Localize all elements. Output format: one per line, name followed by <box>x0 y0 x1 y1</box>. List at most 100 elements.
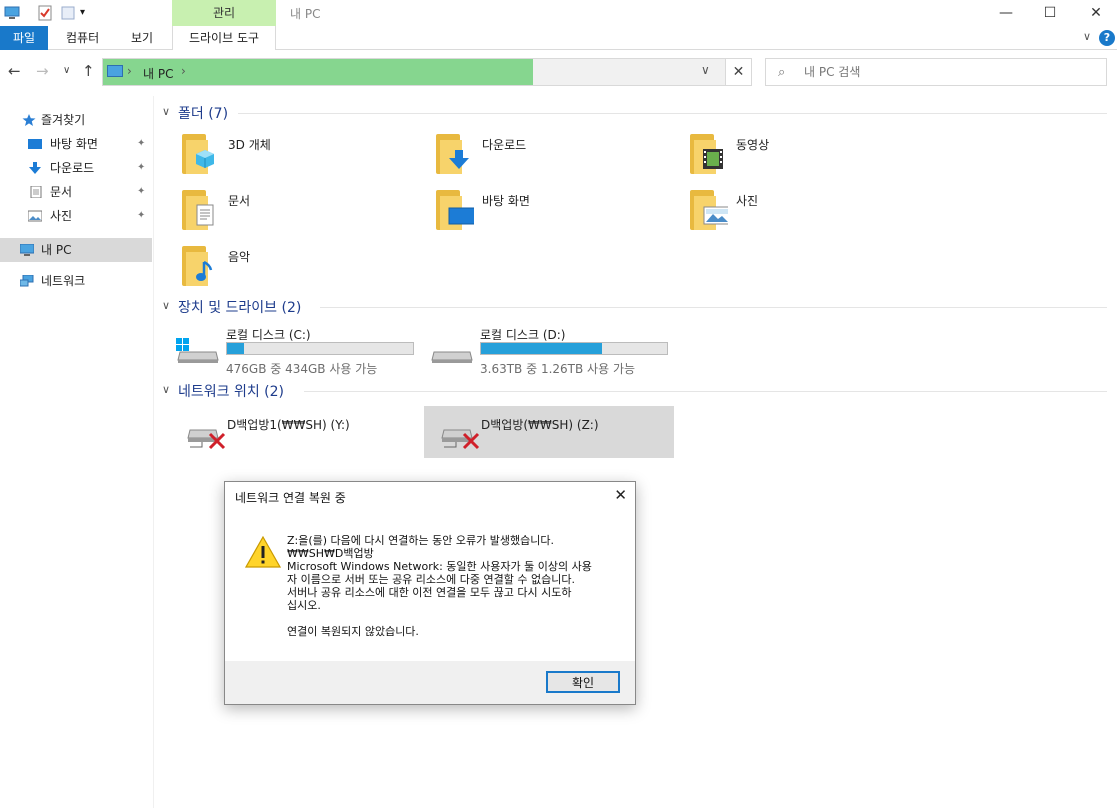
sidebar-item-network[interactable]: 네트워크 <box>0 269 152 293</box>
folder-label: 사진 <box>736 194 759 208</box>
new-folder-icon[interactable] <box>60 5 76 21</box>
drive-icon <box>431 351 473 363</box>
tab-computer[interactable]: 컴퓨터 <box>55 26 110 50</box>
sidebar-item-downloads[interactable]: 다운로드 ✦ <box>0 156 152 180</box>
up-button[interactable]: ↑ <box>82 62 95 80</box>
maximize-button[interactable]: ☐ <box>1027 0 1073 26</box>
network-icon <box>20 275 34 287</box>
folder-label: 문서 <box>228 194 251 208</box>
document-icon <box>30 186 42 198</box>
error-message: Z:을(를) 다음에 다시 연결하는 동안 오류가 발생했습니다. ₩₩SH₩D… <box>287 534 592 612</box>
ok-button[interactable]: 확인 <box>546 671 620 693</box>
group-header-folders[interactable]: ∨ 폴더 (7) <box>158 103 1113 123</box>
stop-button[interactable]: ✕ <box>725 59 751 85</box>
recent-locations-button[interactable]: ∨ <box>63 65 70 76</box>
search-box[interactable]: ⌕ <box>765 58 1107 86</box>
sidebar-item-this-pc[interactable]: 내 PC <box>0 238 152 262</box>
network-drive-y[interactable]: D백업방1(₩₩SH) (Y:) <box>170 406 420 458</box>
drive-usage-bar <box>480 342 668 355</box>
dialog-close-button[interactable]: ✕ <box>614 486 627 504</box>
network-drive-z[interactable]: D백업방(₩₩SH) (Z:) <box>424 406 674 458</box>
drive-usage-fill <box>227 343 244 354</box>
warning-icon <box>245 536 281 568</box>
drive-d[interactable]: 로컬 디스크 (D:) 3.63TB 중 1.26TB 사용 가능 <box>412 328 668 376</box>
search-input[interactable] <box>804 63 1094 81</box>
folder-documents[interactable]: 문서 <box>158 186 408 236</box>
sidebar-item-label: 문서 <box>50 185 73 199</box>
group-header-network[interactable]: ∨ 네트워크 위치 (2) <box>158 381 1113 401</box>
chevron-down-icon[interactable]: ∨ <box>162 105 170 118</box>
group-title: 네트워크 위치 (2) <box>178 384 285 400</box>
minimize-button[interactable]: — <box>983 0 1029 26</box>
drive-free-space: 476GB 중 434GB 사용 가능 <box>226 362 378 376</box>
computer-icon <box>107 65 123 77</box>
folder-label: 음악 <box>228 250 251 264</box>
disconnected-network-drive-icon <box>187 429 226 450</box>
title-bar: ▾ 관리 내 PC — ☐ ✕ <box>0 0 1117 26</box>
download-icon <box>29 162 41 174</box>
group-divider <box>304 391 1107 392</box>
help-icon[interactable]: ? <box>1099 30 1115 46</box>
drive-usage-fill <box>481 343 602 354</box>
system-drive-icon <box>176 338 219 363</box>
drive-usage-bar <box>226 342 414 355</box>
folder-music[interactable]: 음악 <box>158 242 408 292</box>
sidebar-item-desktop[interactable]: 바탕 화면 ✦ <box>0 132 152 156</box>
address-bar[interactable]: › 내 PC › ∨ ✕ <box>102 58 752 86</box>
picture-icon <box>28 210 42 222</box>
pin-icon: ✦ <box>137 162 146 173</box>
address-dropdown-icon[interactable]: ∨ <box>701 63 710 77</box>
breadcrumb-my-pc[interactable]: 내 PC <box>143 65 173 82</box>
chevron-down-icon[interactable]: ∨ <box>1083 30 1091 43</box>
folder-label: 다운로드 <box>482 138 527 152</box>
folder-pictures[interactable]: 사진 <box>666 186 916 236</box>
pin-icon: ✦ <box>137 210 146 221</box>
close-button[interactable]: ✕ <box>1073 0 1117 26</box>
group-divider <box>238 113 1107 114</box>
sidebar-item-label: 다운로드 <box>50 161 95 175</box>
folder-videos[interactable]: 동영상 <box>666 130 916 180</box>
properties-icon[interactable] <box>37 5 53 21</box>
pin-icon: ✦ <box>137 186 146 197</box>
breadcrumb-separator[interactable]: › <box>181 64 186 78</box>
video-icon <box>690 134 724 174</box>
context-tab-group: 관리 <box>172 0 276 26</box>
forward-button[interactable]: → <box>36 62 49 80</box>
desktop-icon <box>436 190 474 230</box>
quick-access-dropdown-icon[interactable]: ▾ <box>80 5 96 21</box>
sidebar-item-pictures[interactable]: 사진 ✦ <box>0 204 152 228</box>
folder-label: 바탕 화면 <box>482 194 530 208</box>
sidebar-item-label: 사진 <box>50 209 73 223</box>
error-dialog: 네트워크 연결 복원 중 ✕ Z:을(를) 다음에 다시 연결하는 동안 오류가… <box>224 481 636 705</box>
chevron-down-icon[interactable]: ∨ <box>162 383 170 396</box>
network-drive-name: D백업방1(₩₩SH) (Y:) <box>227 418 350 432</box>
context-group-label: 관리 <box>212 6 236 20</box>
sidebar-item-documents[interactable]: 문서 ✦ <box>0 180 152 204</box>
status-message: 연결이 복원되지 않았습니다. <box>287 625 419 638</box>
ribbon-tabs: 파일 컴퓨터 보기 드라이브 도구 ∨ ? <box>0 26 1117 50</box>
pin-icon: ✦ <box>137 138 146 149</box>
chevron-down-icon[interactable]: ∨ <box>162 299 170 312</box>
drive-c[interactable]: 로컬 디스크 (C:) 476GB 중 434GB 사용 가능 <box>158 328 414 376</box>
group-header-drives[interactable]: ∨ 장치 및 드라이브 (2) <box>158 297 1113 317</box>
tab-view[interactable]: 보기 <box>120 26 164 50</box>
disconnected-network-drive-icon <box>441 429 480 450</box>
folder-downloads[interactable]: 다운로드 <box>412 130 662 180</box>
sidebar-item-quick-access[interactable]: 즐겨찾기 <box>0 108 152 132</box>
computer-icon[interactable] <box>4 5 20 21</box>
network-drive-name: D백업방(₩₩SH) (Z:) <box>481 418 599 432</box>
computer-icon <box>20 244 34 256</box>
sidebar-item-label: 즐겨찾기 <box>41 113 86 127</box>
breadcrumb-separator[interactable]: › <box>127 64 132 78</box>
tab-file[interactable]: 파일 <box>0 26 48 50</box>
folder-desktop[interactable]: 바탕 화면 <box>412 186 662 236</box>
dialog-footer: 확인 <box>225 661 635 704</box>
drive-name: 로컬 디스크 (D:) <box>480 328 566 342</box>
desktop-icon <box>28 139 42 149</box>
folder-label: 3D 개체 <box>228 138 271 152</box>
folder-3d-objects[interactable]: 3D 개체 <box>158 130 408 180</box>
window-title: 내 PC <box>290 7 321 21</box>
star-icon <box>22 114 36 126</box>
back-button[interactable]: ← <box>8 62 21 80</box>
tab-drive-tools[interactable]: 드라이브 도구 <box>172 26 276 50</box>
